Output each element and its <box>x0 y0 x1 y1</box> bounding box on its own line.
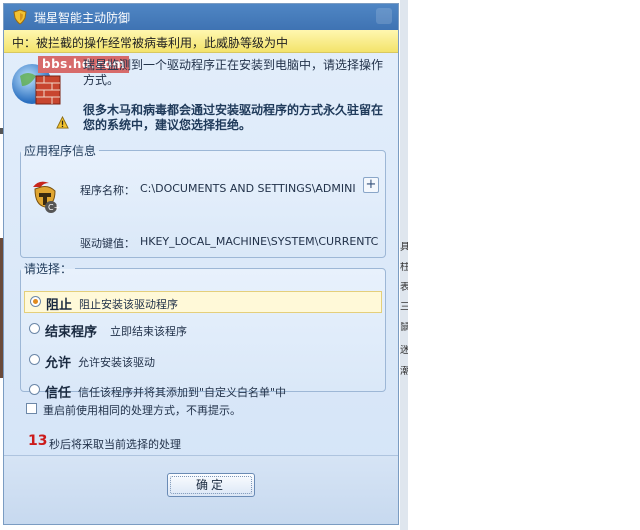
option-desc: 立即结束该程序 <box>110 325 187 338</box>
allow-radio[interactable] <box>29 354 40 365</box>
option-allow[interactable]: 允许 允许安装该驱动 <box>24 350 382 372</box>
option-block[interactable]: 阻止 阻止安装该驱动程序 <box>24 291 382 313</box>
threat-level-bar: 中：被拦截的操作经常被病毒利用，此威胁等级为中 <box>4 30 398 53</box>
background-char: 鼠 <box>400 322 408 333</box>
intro-text: 瑞星监测到一个驱动程序正在安装到电脑中，请选择操作方式。 <box>83 58 384 87</box>
block-radio[interactable] <box>30 296 41 307</box>
warning-icon <box>56 115 69 132</box>
background-char: 迷 <box>400 345 408 356</box>
option-title: 允许 <box>45 356 72 371</box>
helmet-program-icon: C+ <box>29 179 61 215</box>
option-terminate[interactable]: 结束程序 立即结束该程序 <box>24 319 382 341</box>
active-defense-dialog: 瑞星智能主动防御 中：被拦截的操作经常被病毒利用，此威胁等级为中 bbs.hd.… <box>3 3 399 525</box>
ok-button[interactable]: 确定 <box>167 473 255 497</box>
title-bar[interactable]: 瑞星智能主动防御 <box>4 4 398 30</box>
trust-radio[interactable] <box>29 384 40 395</box>
dialog-footer: 确定 <box>4 455 398 524</box>
background-char: 柱 <box>400 262 408 273</box>
option-trust[interactable]: 信任 信任该程序并将其添加到"自定义白名单"中 <box>24 380 382 402</box>
background-char: 潮 <box>400 366 408 377</box>
option-title: 信任 <box>45 386 72 401</box>
app-info-legend: 应用程序信息 <box>24 144 97 158</box>
driver-key-label: 驱动键值： <box>80 237 135 250</box>
window-title: 瑞星智能主动防御 <box>34 11 131 25</box>
choice-legend: 请选择： <box>24 262 73 276</box>
background-char: 三 <box>400 302 408 313</box>
close-icon[interactable] <box>376 8 392 24</box>
app-info-group: 应用程序信息 C+ 程序名称： C:\DOCUMENTS AND SETTING… <box>20 142 386 258</box>
option-desc: 信任该程序并将其添加到"自定义白名单"中 <box>78 386 287 399</box>
threat-level-text: 中：被拦截的操作经常被病毒利用，此威胁等级为中 <box>12 36 289 50</box>
svg-text:C+: C+ <box>48 203 60 212</box>
recommendation-text: 很多木马和病毒都会通过安装驱动程序的方式永久驻留在您的系统中，建议您选择拒绝。 <box>83 103 384 132</box>
program-name-label: 程序名称： <box>80 184 135 197</box>
remember-choice-checkbox[interactable] <box>26 403 37 414</box>
program-name-value: C:\DOCUMENTS AND SETTINGS\ADMINISTR... <box>140 182 356 195</box>
action-choice-group: 请选择： 阻止 阻止安装该驱动程序 结束程序 立即结束该程序 允许 允许安装该驱… <box>20 260 386 401</box>
terminate-radio[interactable] <box>29 323 40 334</box>
expand-path-button[interactable]: + <box>363 177 379 193</box>
remember-choice-label[interactable]: 重启前使用相同的处理方式，不再提示。 <box>43 402 241 418</box>
countdown-text: 秒后将采取当前选择的处理 <box>49 438 181 451</box>
shield-icon <box>12 9 28 25</box>
driver-key-value: HKEY_LOCAL_MACHINE\SYSTEM\CURRENTC <box>140 235 379 248</box>
background-char: 具 <box>400 242 408 253</box>
option-desc: 阻止安装该驱动程序 <box>79 298 178 311</box>
option-title: 阻止 <box>46 298 73 313</box>
background-char: 表 <box>400 282 408 293</box>
countdown-seconds: 13 <box>28 433 48 449</box>
option-desc: 允许安装该驱动 <box>78 356 155 369</box>
option-title: 结束程序 <box>45 325 98 340</box>
